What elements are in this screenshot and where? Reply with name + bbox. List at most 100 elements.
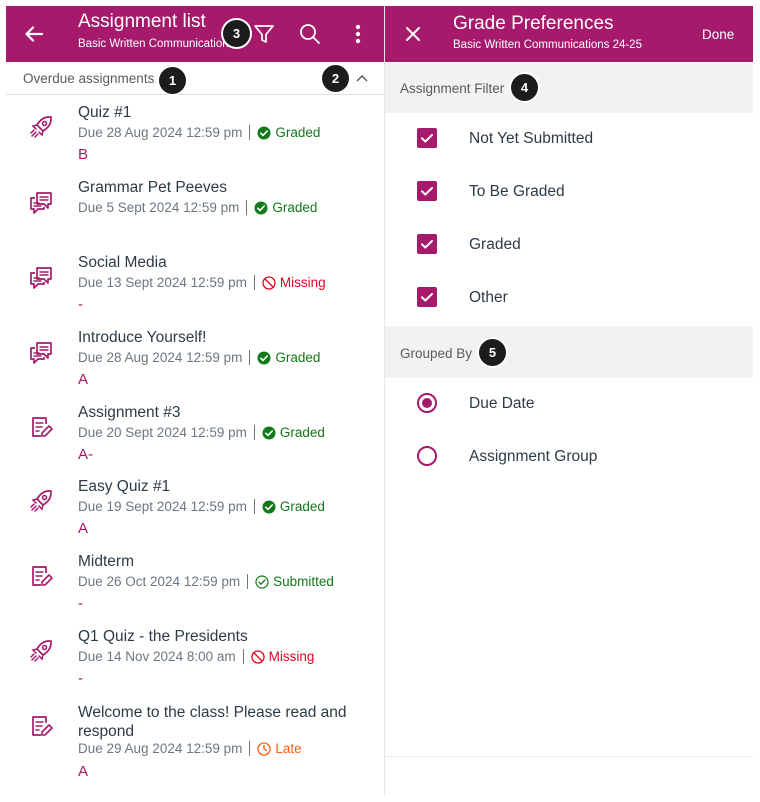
- radio-selected-dot: [422, 398, 432, 408]
- done-button[interactable]: Done: [702, 27, 734, 42]
- assignment-icon: [28, 713, 54, 739]
- status-badge: Graded: [257, 125, 320, 140]
- assignment-filter-header: Assignment Filter: [385, 63, 753, 113]
- status-badge: Graded: [262, 425, 325, 440]
- grade-preferences-toolbar: Grade Preferences Basic Written Communic…: [385, 6, 753, 62]
- filter-option-row[interactable]: Not Yet Submitted: [385, 113, 753, 166]
- filter-checkbox[interactable]: [417, 234, 437, 254]
- assignment-due-date: Due 13 Sept 2024 12:59 pm: [78, 275, 247, 290]
- search-button[interactable]: [296, 20, 324, 48]
- assignment-row[interactable]: Q1 Quiz - the Presidents Due 14 Nov 2024 …: [6, 626, 384, 700]
- assignment-grade: A: [78, 371, 89, 388]
- chevron-up-icon[interactable]: [356, 74, 368, 82]
- assignment-row[interactable]: Midterm Due 26 Oct 2024 12:59 pm Submitted…: [6, 551, 384, 625]
- checkmark-icon: [421, 134, 433, 143]
- separator: [253, 275, 255, 290]
- callout-badge-3: 3: [223, 20, 250, 47]
- preferences-title: Grade Preferences: [453, 13, 614, 34]
- assignment-name: Midterm: [78, 553, 134, 570]
- status-badge: Missing: [262, 275, 326, 290]
- filter-checkbox[interactable]: [417, 181, 437, 201]
- late-status-icon: [257, 741, 273, 756]
- filter-option-row[interactable]: To Be Graded: [385, 166, 753, 219]
- assignment-due-date: Due 29 Aug 2024 12:59 pm: [78, 741, 243, 756]
- assignment-due-line: Due 14 Nov 2024 8:00 am Missing: [78, 649, 314, 664]
- rocket-icon: [28, 488, 54, 514]
- submitted-status-icon: [255, 574, 271, 589]
- close-button[interactable]: [399, 20, 427, 48]
- group-radio[interactable]: [417, 446, 437, 466]
- assignment-name: Easy Quiz #1: [78, 478, 171, 495]
- assignment-due-date: Due 20 Sept 2024 12:59 pm: [78, 425, 247, 440]
- assignment-row[interactable]: Easy Quiz #1 Due 19 Sept 2024 12:59 pm Gra…: [6, 476, 384, 550]
- status-badge: Graded: [254, 200, 317, 215]
- filter-header-label: Assignment Filter: [400, 81, 505, 96]
- assignment-due-line: Due 28 Aug 2024 12:59 pm Graded: [78, 125, 320, 140]
- separator: [247, 574, 249, 589]
- filter-option-row[interactable]: Graded: [385, 219, 753, 272]
- assignment-name: Q1 Quiz - the Presidents: [78, 628, 248, 645]
- assignment-grade: -: [78, 296, 83, 313]
- assignment-due-date: Due 26 Oct 2024 12:59 pm: [78, 574, 241, 589]
- status-badge: Missing: [250, 649, 315, 664]
- separator: [242, 649, 244, 664]
- checkmark-icon: [421, 293, 433, 302]
- status-label: Graded: [279, 425, 325, 440]
- group-radio[interactable]: [417, 393, 437, 413]
- status-badge: Late: [257, 741, 302, 756]
- filter-checkbox[interactable]: [417, 287, 437, 307]
- assignment-row[interactable]: Welcome to the class! Please read and re…: [6, 701, 384, 787]
- callout-badge-2: 2: [322, 65, 349, 92]
- assignment-list-toolbar: Assignment list Basic Written Communicat…: [6, 6, 384, 62]
- assignment-list-screen: Assignment list Basic Written Communicat…: [6, 6, 385, 796]
- filter-option-row[interactable]: Other: [385, 272, 753, 325]
- assignment-due-date: Due 19 Sept 2024 12:59 pm: [78, 499, 247, 514]
- graded-status-icon: [254, 201, 270, 215]
- assignment-row[interactable]: Quiz #1 Due 28 Aug 2024 12:59 pm Graded B: [6, 102, 384, 176]
- status-label: Graded: [272, 200, 318, 215]
- assignment-due-line: Due 26 Oct 2024 12:59 pm Submitted: [78, 574, 334, 589]
- status-badge: Graded: [257, 350, 320, 365]
- assignment-name: Assignment #3: [78, 404, 181, 421]
- assignment-due-date: Due 28 Aug 2024 12:59 pm: [78, 125, 243, 140]
- filter-checkbox[interactable]: [417, 128, 437, 148]
- status-label: Missing: [268, 649, 315, 664]
- grade-preferences-screen: Grade Preferences Basic Written Communic…: [385, 6, 753, 796]
- page-title: Assignment list: [78, 11, 206, 32]
- filter-button[interactable]: [250, 20, 278, 48]
- status-label: Graded: [279, 499, 325, 514]
- more-options-button[interactable]: [344, 20, 372, 48]
- status-label: Graded: [275, 350, 321, 365]
- callout-badge-1: 1: [159, 67, 186, 94]
- separator: [246, 200, 248, 215]
- assignment-due-date: Due 28 Aug 2024 12:59 pm: [78, 350, 243, 365]
- bottom-divider: [385, 756, 753, 757]
- assignment-due-line: Due 13 Sept 2024 12:59 pm Missing: [78, 275, 326, 290]
- screenshot-frame: Assignment list Basic Written Communicat…: [0, 0, 760, 802]
- assignment-row[interactable]: Assignment #3 Due 20 Sept 2024 12:59 pm Gr…: [6, 402, 384, 476]
- assignment-row[interactable]: Social Media Due 13 Sept 2024 12:59 pm Mis…: [6, 252, 384, 326]
- separator: [249, 741, 251, 756]
- assignment-row[interactable]: Grammar Pet Peeves Due 5 Sept 2024 12:59 …: [6, 177, 384, 251]
- assignment-due-line: Due 19 Sept 2024 12:59 pm Graded: [78, 499, 325, 514]
- callout-badge-5: 5: [479, 339, 506, 366]
- separator: [253, 499, 255, 514]
- assignment-icon: [28, 414, 54, 440]
- search-icon: [300, 24, 320, 44]
- group-option-row[interactable]: Assignment Group: [385, 431, 753, 484]
- back-button[interactable]: [20, 20, 48, 48]
- group-header-label: Grouped By: [400, 346, 473, 361]
- course-subtitle: Basic Written Communications 24-25: [78, 38, 230, 50]
- assignment-grade: B: [78, 146, 89, 163]
- filter-icon: [254, 25, 274, 43]
- filter-option-label: Graded: [469, 236, 521, 253]
- rocket-icon: [28, 114, 54, 140]
- status-label: Missing: [279, 275, 326, 290]
- assignment-row[interactable]: Introduce Yourself! Due 28 Aug 2024 12:59…: [6, 327, 384, 401]
- assignment-name: Grammar Pet Peeves: [78, 179, 228, 196]
- checkmark-icon: [421, 187, 433, 196]
- assignment-grade: A: [78, 763, 89, 780]
- missing-status-icon: [250, 649, 267, 664]
- group-option-row[interactable]: Due Date: [385, 378, 753, 431]
- filter-option-label: Not Yet Submitted: [469, 130, 594, 147]
